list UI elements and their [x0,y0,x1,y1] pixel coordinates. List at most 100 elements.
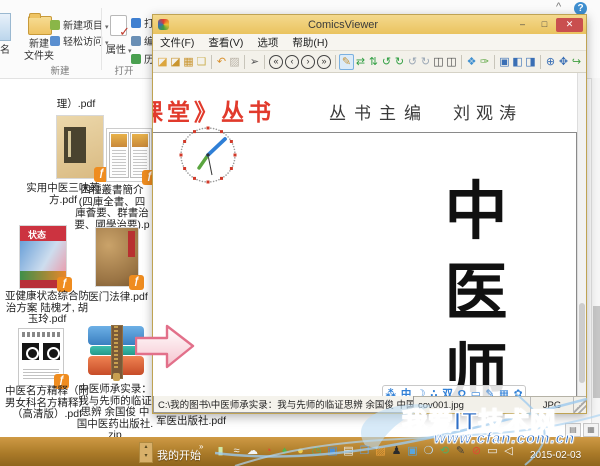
split-left-icon[interactable]: ◫ [432,55,445,69]
pencil-icon[interactable]: ✎ [339,53,354,70]
rotate-right-icon[interactable]: ↻ [393,55,406,69]
file-thumbnail-pdf[interactable]: ƒ [20,226,72,292]
menu-options[interactable]: 选项 [250,35,285,50]
dots-icon[interactable]: ∴ [430,387,437,396]
properties-icon[interactable] [110,15,130,40]
thumbnail-view-icon[interactable]: ▦ [583,423,599,437]
new-folder-icon[interactable] [28,13,52,35]
pen-tray-icon[interactable]: ✎ [454,445,467,458]
toolbar-chevron-icon[interactable]: » [199,442,203,451]
chat-icon[interactable]: ❍ [422,445,435,458]
file-thumbnail-pdf[interactable]: ƒ [96,228,144,290]
scrollbar-thumb[interactable] [579,303,585,383]
photo-tray-icon[interactable]: ▣ [406,445,419,458]
title-bar[interactable]: ComicsViewer – □ ✕ [153,15,586,34]
double-page-icon[interactable]: 双 [442,387,453,396]
blocked-icon[interactable]: ⊘ [470,445,483,458]
taskbar-date[interactable]: 2015-02-03 [530,450,581,461]
close-button[interactable]: ✕ [556,17,583,32]
maximize-button[interactable]: □ [534,18,555,32]
rename-icon[interactable] [0,13,11,41]
edit-button[interactable]: 编 [131,33,154,48]
menu-file[interactable]: 文件(F) [153,35,201,50]
sync-icon[interactable]: ⟲ [438,445,451,458]
menu-view[interactable]: 查看(V) [201,35,250,50]
crop-icon[interactable]: ▭ [471,387,481,396]
edit-bookmark-icon[interactable]: ✑ [478,55,491,69]
file-label-partial[interactable]: 理）.pdf [44,98,108,111]
browse-folder-icon[interactable]: ▨ [228,55,241,69]
folder-tray-icon[interactable]: ▨ [374,445,387,458]
exit-icon[interactable]: ↪ [570,55,583,69]
rotate-left-icon[interactable]: ↺ [380,55,393,69]
nav-first-icon[interactable]: « [269,54,283,69]
toolbar-scroll-spinner[interactable]: ▴ ▾ [139,442,153,463]
file-thumbnail-pdf[interactable]: ƒ [18,328,69,389]
open-archive-icon[interactable]: ◪ [169,55,182,69]
doc-icon[interactable]: ❒ [358,445,371,458]
nav-next-icon[interactable]: › [301,54,315,69]
file-thumbnail-pdf[interactable]: ƒ [57,116,109,182]
wifi-icon[interactable]: ≈ [230,445,243,458]
fit-width-icon[interactable]: ◧ [511,55,524,69]
paw-icon[interactable]: ⁂ [385,387,396,396]
page-view[interactable]: 课堂》丛书 丛书主编 刘观涛 中 医 师 ⁂ 中 ☽ ∴ 双 Ω ▭ ✎ ▦ ✿ [153,73,586,396]
zoom-in-icon[interactable]: ⊕ [544,55,557,69]
file-thumbnail-pdf[interactable]: ƒ [106,128,157,185]
flip-vertical-icon[interactable]: ⇅ [367,55,380,69]
keyboard-icon[interactable]: ▭ [486,445,499,458]
draw-icon[interactable]: ✎ [485,387,494,396]
volume-icon[interactable]: ◁ [502,445,515,458]
rotate-left-disabled-icon[interactable]: ↺ [406,55,419,69]
fit-window-icon[interactable]: ▣ [498,55,511,69]
open-file-icon[interactable]: ◪ [156,55,169,69]
split-right-icon[interactable]: ◫ [445,55,458,69]
details-view-icon[interactable]: ▤ [565,423,581,437]
settings-icon[interactable]: ✿ [514,387,523,396]
monitor-icon[interactable]: ▣ [326,445,339,458]
status-bar: C:\我的图书\中医师承实录：我与先师的临证思辨 余国俊 中国中[ 1/362 … [153,395,586,413]
shield-icon[interactable]: ♦ [278,445,291,458]
file-label-partial[interactable]: 军医出版社.pdf [156,415,252,428]
dart-icon[interactable]: ➢ [248,55,261,69]
fit-char-icon[interactable]: 中 [401,387,412,396]
taskbar-toolbar-label[interactable]: 我的开始 [157,447,201,463]
open-button[interactable]: 打 [131,15,154,30]
frame-icon[interactable]: ▦ [499,387,509,396]
pan-icon[interactable]: ✥ [557,55,570,69]
flip-horizontal-icon[interactable]: ⇄ [354,55,367,69]
file-label[interactable]: 医门法律.pdf [84,291,152,304]
menu-help[interactable]: 帮助(H) [285,35,335,50]
annotation-arrow [135,324,195,369]
easy-access-button[interactable]: 轻松访问 ▾ [50,33,109,48]
status-dot-icon[interactable]: ● [294,445,307,458]
explorer-scrollbar[interactable]: ⌄ [591,78,600,437]
file-label[interactable]: 亚健康状态综合防治方案 陆槐才, 胡玉玲.pdf [4,290,90,326]
fit-height-icon[interactable]: ◨ [524,55,537,69]
nav-last-icon[interactable]: » [317,54,331,69]
properties-button[interactable]: 属性 ▾ [106,41,132,56]
rotate-right-disabled-icon[interactable]: ↻ [419,55,432,69]
qq-icon[interactable]: ♟ [390,445,403,458]
toolbar-separator [540,54,541,69]
scrollbar-thumb[interactable] [593,306,600,398]
night-mode-icon[interactable]: ☽ [416,387,425,396]
undo-icon[interactable]: ↶ [215,55,228,69]
nav-prev-icon[interactable]: ‹ [285,54,299,69]
ribbon-collapse-icon[interactable]: ^ [556,1,561,13]
battery-icon[interactable]: ▮ [214,445,227,458]
viewer-scrollbar[interactable] [577,73,586,396]
add-bookmark-icon[interactable]: ❖ [465,55,478,69]
new-item-button[interactable]: 新建项目 ▾ [50,17,109,32]
clock-tray-icon[interactable]: ◷ [310,445,323,458]
resize-grip[interactable] [574,397,586,413]
copy-page-icon[interactable]: ❏ [195,55,208,69]
person-icon[interactable]: Ω [458,387,466,396]
notes-icon[interactable]: ▤ [342,445,355,458]
save-icon[interactable]: ▦ [182,55,195,69]
meter-icon[interactable]: ◔ [262,445,275,458]
cloud-icon[interactable]: ☁ [246,445,259,458]
minimize-button[interactable]: – [512,18,533,32]
file-label[interactable]: 中医师承实录：我与先师的临证思辨 余国俊 中国中医药出版社.zip [76,383,154,442]
clock-gadget[interactable] [177,124,239,186]
